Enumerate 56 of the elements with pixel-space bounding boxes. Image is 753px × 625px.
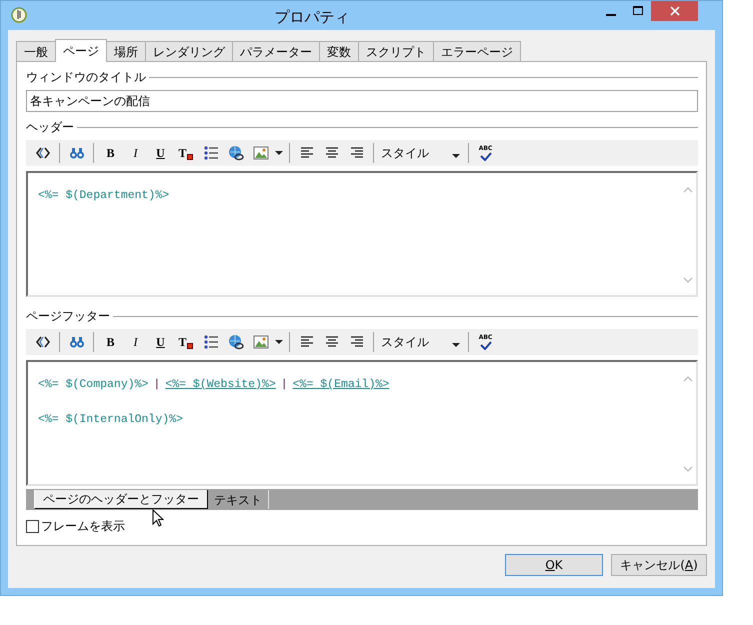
ok-button[interactable]: OK [505,554,603,576]
tab[interactable]: レンダリング [145,41,233,62]
scroll-up-icon [682,187,692,193]
scroll-down-icon [682,277,692,283]
tab[interactable]: エラーページ [433,41,521,62]
source-icon [34,334,50,350]
editor-line: <%= $(Department)%> [38,188,170,204]
tab[interactable]: スクリプト [358,41,434,62]
source-icon [34,145,50,161]
binoculars-icon [68,145,84,161]
tab[interactable]: パラメーター [232,41,320,62]
editor-area[interactable]: <%= $(Company)%> | <%= $(Website)%> | <%= $(Email)%> <%= $(InternalOnly)%> [26,360,698,486]
editor-line: <%= $(InternalOnly)%> [38,412,184,428]
checkmark-icon [480,340,492,350]
group-label: ページフッター [26,308,110,325]
underline-button[interactable]: U [148,331,173,353]
text-color-button[interactable]: T [173,331,198,353]
style-dropdown[interactable]: スタイル [378,331,464,353]
binoculars-icon [68,334,84,350]
cancel-button[interactable]: キャンセル(A) [611,554,707,576]
minimize-icon [606,14,616,16]
globe-icon [228,145,244,161]
checkmark-icon [480,152,492,160]
globe-icon [228,334,244,350]
tab[interactable]: 場所 [106,41,146,62]
title-field[interactable]: 各キャンペーンの配信 [26,90,698,112]
editor-area[interactable]: <%= $(Department)%> [26,171,698,297]
checkbox-label: フレームを表示 [41,518,125,535]
mouse-pointer-icon [152,509,164,528]
italic-button[interactable]: I [123,142,148,164]
tab[interactable]: ページのヘッダーとフッター [34,490,208,509]
style-dropdown[interactable]: スタイル [378,142,464,164]
window-title: プロパティ [274,7,350,28]
scroll-down-icon [682,466,692,472]
group-label: ウィンドウのタイトル [26,69,146,86]
italic-button[interactable]: I [123,331,148,353]
tab[interactable]: 一般 [16,41,56,62]
tab[interactable]: テキスト [208,490,269,509]
text-color-button[interactable]: T [173,142,198,164]
editor-line: <%= $(Company)%> | <%= $(Website)%> | <%= $(Email)%> [38,377,390,393]
image-icon [252,145,268,161]
app-icon [11,7,27,23]
list-icon [202,145,218,161]
scroll-up-icon [682,376,692,382]
close-icon [670,6,680,16]
bold-button[interactable]: B [98,142,123,164]
image-icon [252,334,268,350]
checkbox[interactable] [26,520,39,532]
tab[interactable]: ページ [55,39,107,62]
maximize-icon [632,6,642,16]
bold-button[interactable]: B [98,331,123,353]
close-button[interactable] [651,1,698,21]
group-label: ヘッダー [26,119,74,136]
underline-button[interactable]: U [148,142,173,164]
list-icon [202,334,218,350]
tab[interactable]: 変数 [319,41,359,62]
